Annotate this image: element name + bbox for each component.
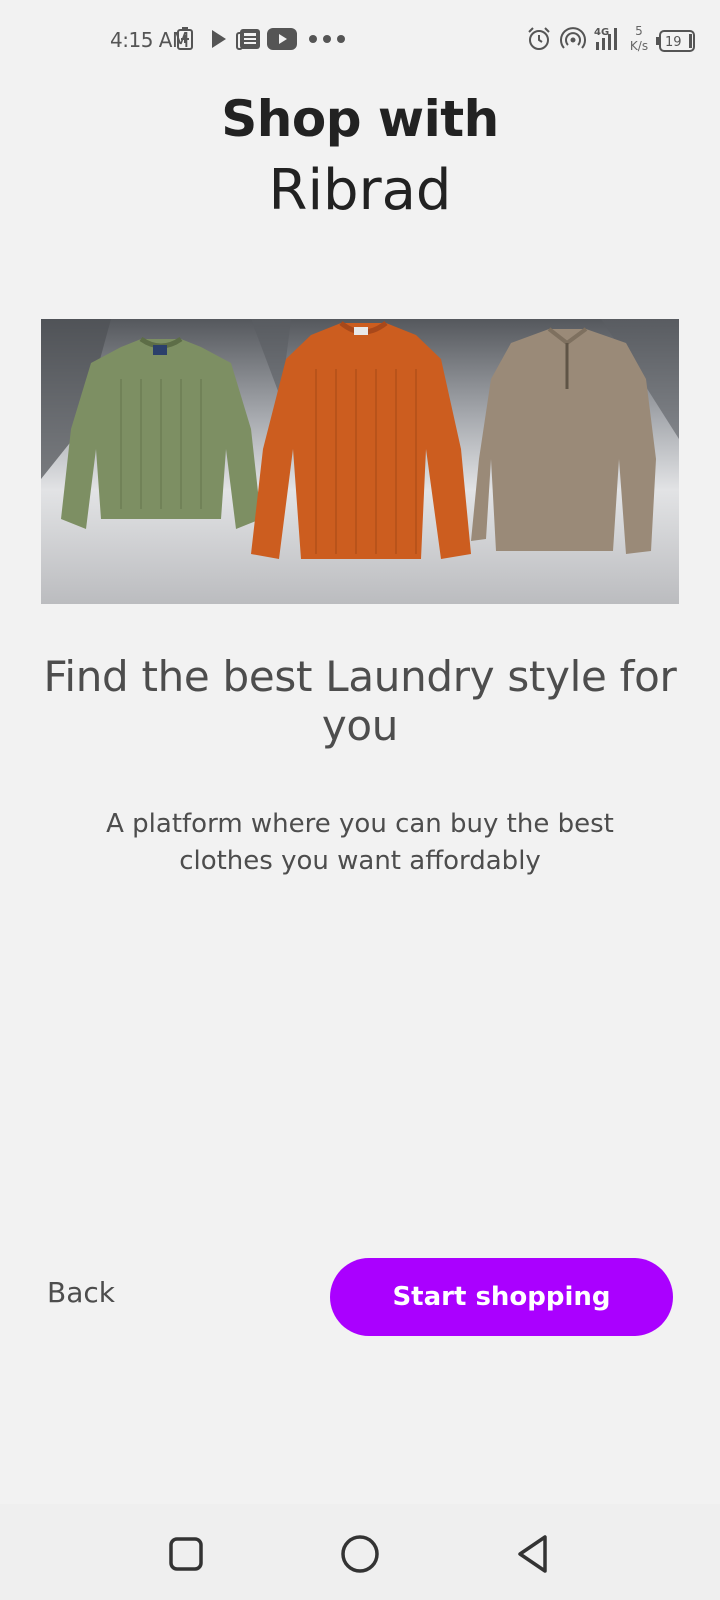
youtube-icon (267, 26, 297, 52)
back-button[interactable]: Back (47, 1276, 115, 1309)
network-speed-unit: K/s (629, 39, 649, 53)
sweaters-image (41, 319, 679, 604)
network-speed-value: 5 (635, 24, 643, 38)
svg-text:4G: 4G (594, 27, 609, 38)
brand-name: Ribrad (268, 158, 452, 223)
battery-icon: 19 (656, 28, 696, 54)
news-icon (236, 26, 262, 52)
alarm-icon (526, 26, 552, 52)
headline: Find the best Laundry style for you (43, 652, 677, 750)
play-icon (210, 26, 228, 52)
start-shopping-button[interactable]: Start shopping (330, 1258, 673, 1336)
navigation-bar (0, 1504, 720, 1600)
page-title: Shop with (221, 90, 499, 148)
battery-level: 19 (665, 35, 682, 50)
description: A platform where you can buy the best cl… (106, 809, 614, 876)
signal-4g-icon: 4G (594, 26, 622, 52)
back-icon[interactable] (512, 1532, 556, 1576)
home-icon[interactable] (338, 1532, 382, 1576)
hotspot-icon (560, 26, 586, 52)
recent-apps-icon[interactable] (164, 1532, 208, 1576)
battery-saver-icon (176, 26, 194, 52)
more-dots-icon (308, 26, 346, 52)
network-speed: 5 K/s (627, 24, 651, 54)
status-bar: 4:15 AM 4G 5 K/s 19 (0, 0, 720, 80)
